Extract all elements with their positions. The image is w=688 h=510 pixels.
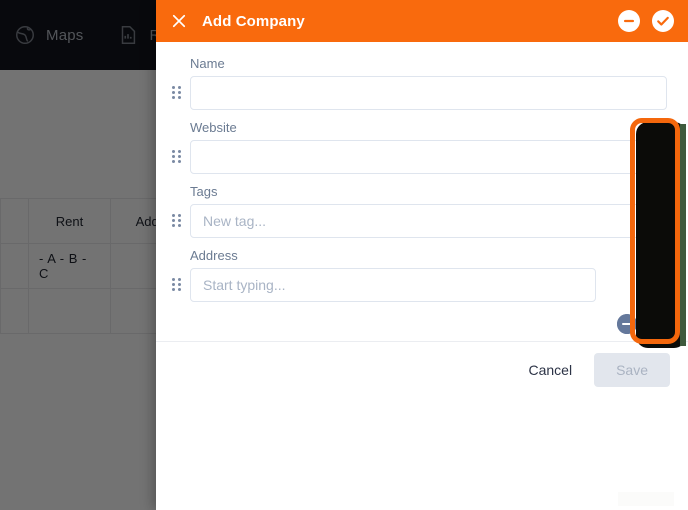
right-edge-strip bbox=[680, 124, 686, 346]
website-input[interactable] bbox=[190, 140, 680, 174]
highlight-rectangle bbox=[630, 118, 680, 344]
nav-item-maps[interactable]: Maps bbox=[14, 24, 83, 46]
field-row-tags: Tags bbox=[156, 184, 688, 238]
dialog-body: Name Website Tags New tag... Address Sta… bbox=[156, 42, 688, 345]
dialog-header: Add Company bbox=[156, 0, 688, 42]
drag-handle-icon[interactable] bbox=[172, 278, 182, 292]
report-icon bbox=[117, 24, 139, 46]
field-row-name: Name bbox=[156, 56, 688, 110]
field-row-website: Website bbox=[156, 120, 688, 174]
drag-handle-icon[interactable] bbox=[172, 214, 182, 228]
save-button[interactable]: Save bbox=[594, 353, 670, 387]
ghost-element bbox=[618, 492, 674, 506]
tags-input[interactable] bbox=[190, 204, 680, 238]
table-cell: - A - B - C bbox=[28, 243, 111, 289]
table-cell bbox=[28, 288, 111, 334]
drag-handle-icon[interactable] bbox=[172, 150, 182, 164]
globe-icon bbox=[14, 24, 36, 46]
table-cell bbox=[0, 243, 29, 289]
field-label-tags: Tags bbox=[190, 184, 218, 199]
field-row-address: Address bbox=[156, 248, 688, 302]
dialog-footer: Cancel Save bbox=[156, 342, 688, 398]
check-circle-icon[interactable] bbox=[652, 10, 674, 32]
cancel-button[interactable]: Cancel bbox=[516, 354, 584, 386]
screen: Maps Rep bbox=[0, 0, 688, 510]
address-input[interactable] bbox=[190, 268, 596, 302]
nav-label-maps: Maps bbox=[46, 26, 84, 44]
minus-circle-icon[interactable] bbox=[618, 10, 640, 32]
close-icon[interactable] bbox=[168, 10, 190, 32]
field-label-website: Website bbox=[190, 120, 237, 135]
field-label-name: Name bbox=[190, 56, 225, 71]
field-label-address: Address bbox=[190, 248, 238, 263]
add-company-dialog: Add Company Name Website Tags New tag...… bbox=[156, 0, 688, 510]
drag-handle-icon[interactable] bbox=[172, 86, 182, 100]
dialog-title: Add Company bbox=[202, 12, 305, 30]
table-col-rent: Rent bbox=[28, 198, 111, 244]
table-col-0 bbox=[0, 198, 29, 244]
name-input[interactable] bbox=[190, 76, 667, 110]
table-cell bbox=[0, 288, 29, 334]
